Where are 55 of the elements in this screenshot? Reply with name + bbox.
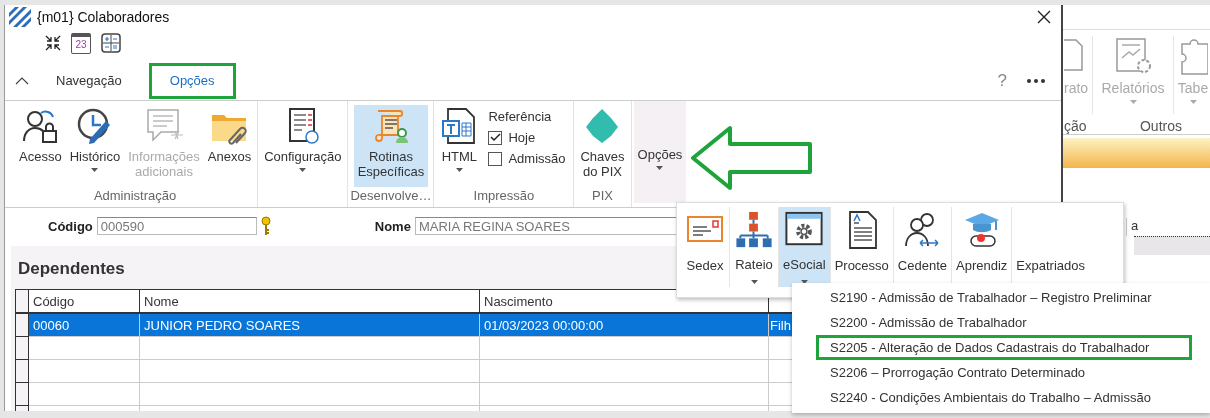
- menu-item[interactable]: S2206 – Prorrogação Contrato Determinado: [816, 360, 1192, 385]
- caret-icon: [1129, 100, 1137, 104]
- ribbon-button[interactable]: Configuração: [260, 105, 346, 187]
- help-button[interactable]: ?: [983, 70, 1021, 91]
- field-label: Código: [48, 218, 93, 234]
- checkbox[interactable]: [488, 130, 503, 145]
- collapse-icon[interactable]: [45, 35, 61, 51]
- menu-button[interactable]: Expatriados: [1012, 207, 1089, 287]
- group-label: Administração: [93, 188, 177, 205]
- checkbox-label: Hoje: [508, 130, 536, 145]
- menu-item[interactable]: S2190 - Admissão de Trabalhador – Registro Preliminar: [816, 285, 1192, 310]
- caret-icon: [299, 168, 307, 172]
- checkbox[interactable]: [488, 151, 503, 166]
- group-title: Referência: [488, 109, 553, 124]
- org-chart-icon: [734, 210, 774, 250]
- app-logo-icon: [9, 7, 31, 27]
- table-cell: JUNIOR PEDRO SOARES: [139, 313, 480, 337]
- ribbon-button[interactable]: HTML: [436, 105, 483, 187]
- report-gear-icon: [1113, 36, 1153, 76]
- ribbon-button[interactable]: Chaves do PIX: [576, 105, 629, 187]
- checkbox-label: Admissão: [508, 151, 566, 166]
- group-label: PIX: [592, 188, 613, 205]
- caret-icon: [656, 166, 664, 170]
- caret-icon: [1189, 100, 1197, 104]
- window-title: {m01} Colaboradores: [37, 9, 170, 25]
- ribbon-button[interactable]: Acesso: [15, 105, 66, 187]
- group-label: Impressão: [473, 188, 535, 205]
- group-label: ção: [1064, 118, 1087, 134]
- panel-title: Dependentes: [18, 259, 125, 279]
- chevron-up-icon[interactable]: [15, 76, 29, 85]
- ribbon-button[interactable]: Anexos: [203, 105, 256, 187]
- ribbon-button[interactable]: Rotinas Específicas: [353, 105, 429, 187]
- table-cell: 00060: [28, 313, 140, 337]
- close-button[interactable]: [1035, 8, 1053, 26]
- group-label: Desenvolve…: [350, 188, 432, 205]
- group-label: Outros: [1140, 118, 1182, 134]
- calculator-icon[interactable]: [101, 33, 121, 53]
- caret-icon: [91, 168, 99, 172]
- menu-item[interactable]: S2205 - Alteração de Dados Cadastrais do Trabalhador: [816, 335, 1192, 360]
- more-icon[interactable]: [1027, 78, 1045, 83]
- speech-bubble-icon: [145, 107, 183, 145]
- calendar-icon[interactable]: 23: [71, 32, 91, 54]
- field-label: Nome: [374, 218, 411, 234]
- menu-button[interactable]: eSocial: [779, 207, 831, 287]
- code-field[interactable]: 000590: [96, 217, 257, 235]
- menu-item[interactable]: S2240 - Condições Ambientais do Trabalho – Admissão: [816, 385, 1192, 410]
- table-cell: 01/03/2023 00:00:00: [479, 313, 769, 337]
- caret-icon: [455, 168, 463, 172]
- key-icon: [260, 216, 271, 236]
- menu-button[interactable]: Sedex: [681, 207, 730, 287]
- ribbon-button[interactable]: Histórico: [65, 105, 125, 187]
- ribbon-tab[interactable]: Navegação: [35, 62, 143, 99]
- ribbon-button[interactable]: Opções: [633, 101, 687, 203]
- menu-item[interactable]: S2200 - Admissão de Trabalhador: [816, 310, 1192, 335]
- ribbon-tab[interactable]: Opções: [148, 62, 236, 99]
